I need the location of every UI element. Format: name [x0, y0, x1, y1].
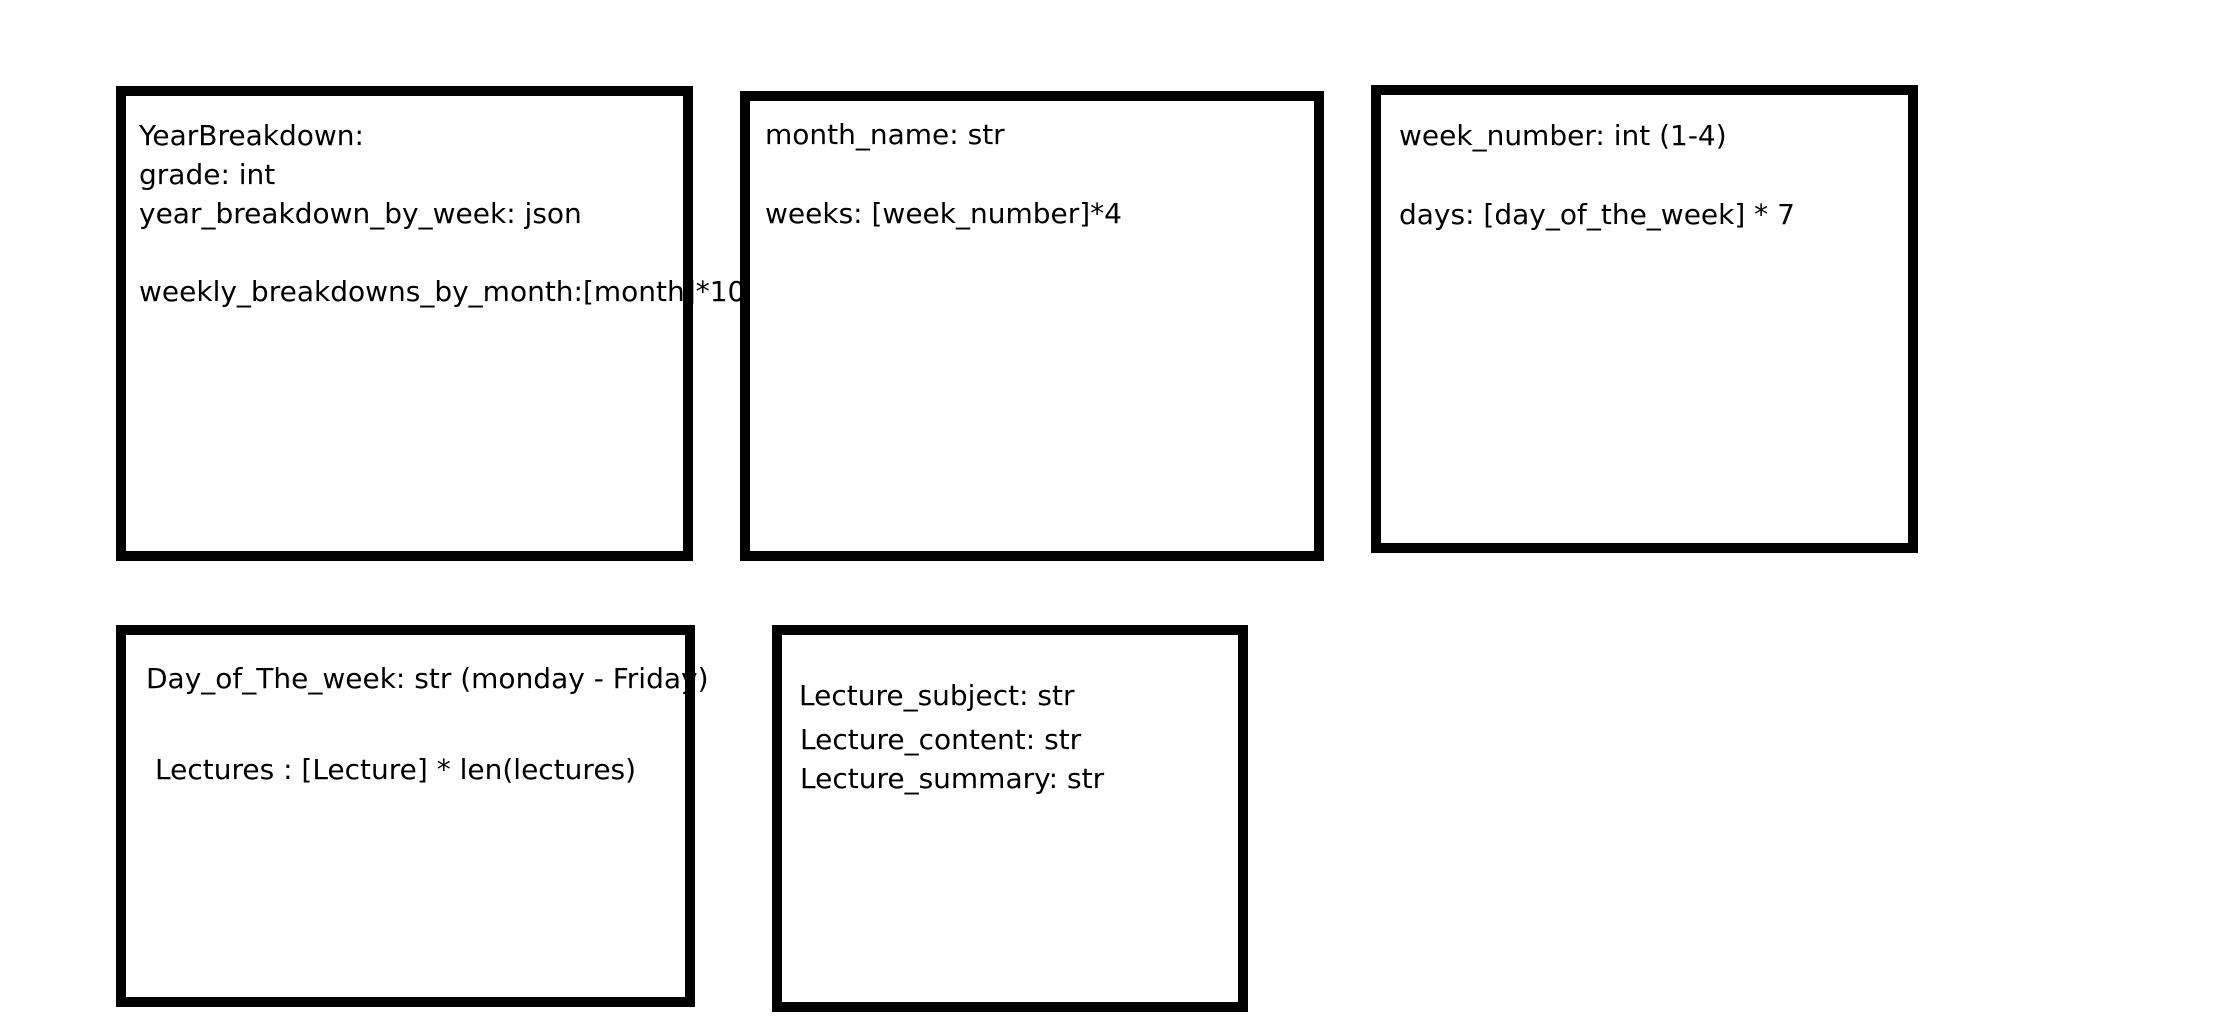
day-of-the-week-box: Day_of_The_week: str (monday - Friday) L… — [116, 625, 709, 1007]
week-box: week_number: int (1-4) days: [day_of_the… — [1371, 85, 1918, 553]
lectures-field: Lectures : [Lecture] * len(lectures) — [155, 753, 637, 786]
month-box: month_name: str weeks: [week_number]*4 — [740, 91, 1324, 561]
year-breakdown-by-week-field: year_breakdown_by_week: json — [139, 197, 582, 230]
week-number-field: week_number: int (1-4) — [1399, 119, 1727, 152]
year-breakdown-box: YearBreakdown: grade: int year_breakdown… — [116, 86, 745, 561]
days-field: days: [day_of_the_week] * 7 — [1399, 198, 1795, 231]
weekly-breakdowns-by-month-field: weekly_breakdowns_by_month:[month]*10 — [139, 275, 746, 308]
weeks-field: weeks: [week_number]*4 — [765, 197, 1122, 230]
lecture-summary-field: Lecture_summary: str — [800, 762, 1105, 795]
lecture-box: Lecture_subject: str Lecture_content: st… — [772, 625, 1248, 1012]
lecture-content-field: Lecture_content: str — [800, 723, 1082, 756]
lecture-subject-field: Lecture_subject: str — [799, 679, 1075, 712]
year-breakdown-title: YearBreakdown: — [139, 119, 364, 152]
month-name-field: month_name: str — [765, 118, 1005, 151]
day-of-the-week-field: Day_of_The_week: str (monday - Friday) — [146, 662, 709, 695]
grade-field: grade: int — [139, 158, 276, 191]
